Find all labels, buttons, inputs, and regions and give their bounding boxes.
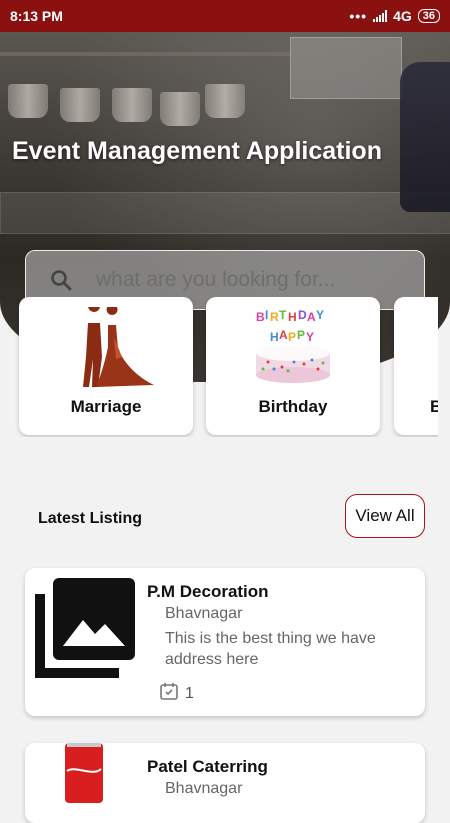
bucket-decor	[205, 84, 245, 118]
birthday-cake-icon: BI RT HD AY HA PP Y	[206, 307, 380, 389]
bucket-decor	[60, 88, 100, 122]
svg-text:A: A	[307, 310, 316, 324]
network-type: 4G	[393, 8, 412, 24]
svg-text:A: A	[279, 328, 288, 342]
svg-text:H: H	[270, 330, 279, 344]
suit-decor	[400, 62, 450, 212]
bucket-decor	[8, 84, 48, 118]
category-card-marriage[interactable]: Marriage	[19, 297, 193, 435]
listing-card[interactable]: P.M Decoration Bhavnagar This is the bes…	[25, 568, 425, 716]
wedding-couple-icon	[19, 307, 193, 389]
battery-icon: 36	[417, 9, 440, 23]
svg-text:Y: Y	[316, 308, 324, 322]
rack-decor	[0, 192, 450, 234]
rack-decor	[290, 37, 402, 99]
svg-text:I: I	[265, 308, 268, 322]
listing-description: This is the best thing we have address h…	[165, 630, 376, 668]
listing-count: 1	[159, 681, 194, 706]
listing-city: Bhavnagar	[165, 605, 243, 622]
status-indicators: ••• 4G 36	[349, 8, 440, 24]
search-icon[interactable]	[48, 267, 74, 293]
coca-cola-can-image	[65, 743, 103, 808]
category-label: Marriage	[70, 397, 142, 416]
category-card-partial[interactable]: B	[394, 297, 438, 435]
svg-text:P: P	[288, 330, 296, 344]
image-placeholder-icon	[35, 578, 135, 683]
category-carousel[interactable]: Marriage BI RT HD AY HA PP Y Birthday B	[0, 297, 438, 437]
listing-card[interactable]: Patel Caterring Bhavnagar	[25, 743, 425, 823]
category-card-birthday[interactable]: BI RT HD AY HA PP Y Birthday	[206, 297, 380, 435]
bucket-decor	[112, 88, 152, 122]
svg-text:B: B	[256, 310, 265, 324]
status-time: 8:13 PM	[10, 8, 63, 24]
shelf-decor	[0, 52, 290, 56]
search-input[interactable]: what are you looking for...	[96, 268, 335, 292]
page-title: Event Management Application	[12, 137, 382, 165]
svg-text:Y: Y	[306, 330, 314, 344]
bucket-decor	[160, 92, 200, 126]
category-label: Birthday	[258, 397, 328, 416]
svg-text:D: D	[298, 308, 307, 322]
listing-count-value: 1	[185, 684, 194, 702]
svg-text:H: H	[288, 310, 297, 324]
listing-city: Bhavnagar	[165, 780, 243, 797]
section-title: Latest Listing	[38, 510, 143, 527]
svg-text:T: T	[279, 308, 287, 322]
signal-icon	[373, 10, 388, 22]
svg-text:P: P	[297, 328, 305, 342]
listing-name: P.M Decoration	[147, 582, 269, 601]
svg-text:R: R	[270, 310, 279, 324]
notification-dots-icon: •••	[349, 8, 368, 24]
category-label: B	[430, 397, 438, 416]
view-all-button[interactable]: View All	[345, 494, 425, 538]
status-bar: 8:13 PM ••• 4G 36	[0, 0, 450, 32]
calendar-icon	[159, 681, 179, 706]
listing-name: Patel Caterring	[147, 757, 268, 776]
